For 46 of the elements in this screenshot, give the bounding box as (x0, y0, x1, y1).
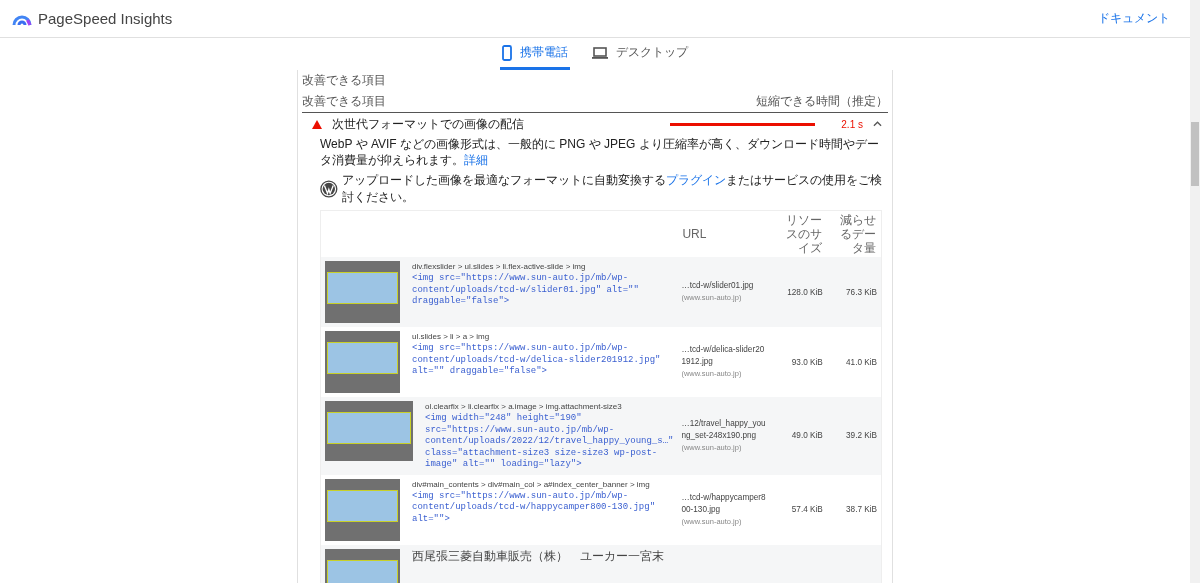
warning-triangle-icon (312, 119, 322, 129)
audit-title[interactable]: 次世代フォーマットでの画像の配信 (332, 115, 661, 133)
section-title: 改善できる項目 (302, 72, 387, 89)
wordpress-logo-icon (320, 179, 338, 200)
caret-icon[interactable] (873, 121, 882, 127)
resource-url[interactable]: …tcd-w/slider01.jpg (681, 280, 767, 293)
column-label: 短縮できる時間（推定） (756, 93, 888, 110)
photo-placeholder (327, 559, 398, 583)
element-selector: div.flexslider > ul.slides > li.flex-active-slide > img (412, 261, 587, 273)
html-snippet: <img src="https://www.sun-auto.jp/mb/wp-content/uploads/tcd-w/slider01.jpg" alt="" draggable="false"> (412, 273, 640, 308)
phone-icon (502, 44, 512, 61)
documentation-link[interactable]: ドキュメント (1098, 10, 1170, 27)
resource-url[interactable]: …12/travel_happy_young_set-248x190.png (681, 417, 767, 442)
potential-savings: 76.3 KiB (846, 287, 877, 297)
resource-size: 49.0 KiB (791, 431, 823, 441)
column-header: URL (682, 227, 707, 242)
photo-placeholder (327, 489, 398, 522)
photo-placeholder (327, 272, 398, 305)
laptop-icon (592, 46, 608, 59)
device-tab[interactable]: デスクトップ (590, 38, 690, 70)
resource-url[interactable]: …tcd-w/happycamper800-130.jpg (681, 491, 767, 516)
potential-savings: 38.7 KiB (846, 505, 877, 515)
savings-value: 2.1 s (841, 118, 863, 130)
element-selector: div#main_contents > div#main_col > a#index_center_banner > img (412, 478, 651, 491)
resource-size: 93.0 KiB (791, 357, 823, 367)
column-label: 改善できる項目 (302, 93, 386, 110)
column-header: 減らせるデータ量 (840, 213, 876, 256)
element-selector: ul.slides > li > a > img (412, 331, 491, 343)
html-snippet: <img width="248" height="190" src="https://www.sun-auto.jp/mb/wp-content/uploads/2022/12/travel_happy_young_s…" class="attachment-size3 size-size3 wp-post-image" alt="" loading="lazy"> (425, 413, 674, 471)
potential-savings: 39.2 KiB (846, 431, 877, 441)
audit-description: WebP や AVIF などの画像形式は、一般的に PNG や JPEG より圧縮率が高く、ダウンロード時間やデータ消費量が抑えられます。詳細 (320, 137, 880, 169)
html-snippet: <img src="https://www.sun-auto.jp/mb/wp-content/uploads/tcd-w/happycamper800-130.jpg" alt=""> (412, 490, 657, 526)
element-selector: ol.clearfix > li.clearfix > a.image > img.attachment-size3 (425, 401, 623, 413)
element-selector: 西尾張三菱自動車販売（株） ユーカー一宮末 (412, 548, 665, 563)
photo-placeholder (327, 342, 398, 375)
resource-size: 57.4 KiB (791, 505, 823, 515)
potential-savings: 41.0 KiB (846, 357, 877, 367)
plugin-link[interactable]: プラグイン (665, 173, 726, 188)
plugin-tip: アップロードした画像を最適なフォーマットに自動変換するプラグイン またはサービスの使用をご検討ください。 (341, 172, 882, 207)
device-tab[interactable]: 携帯電話 (500, 38, 570, 70)
resource-size: 128.0 KiB (787, 287, 823, 297)
column-header: リソースのサイズ (785, 213, 822, 256)
learn-more-link[interactable]: 詳細 (464, 152, 488, 167)
app-title: PageSpeed Insights (38, 10, 173, 27)
resource-url[interactable]: …tcd-w/delica-slider201912.jpg (681, 344, 767, 369)
html-snippet: <img src="https://www.sun-auto.jp/mb/wp-content/uploads/tcd-w/delica-slider201912.jpg" alt="" draggable="false"> (412, 343, 662, 378)
